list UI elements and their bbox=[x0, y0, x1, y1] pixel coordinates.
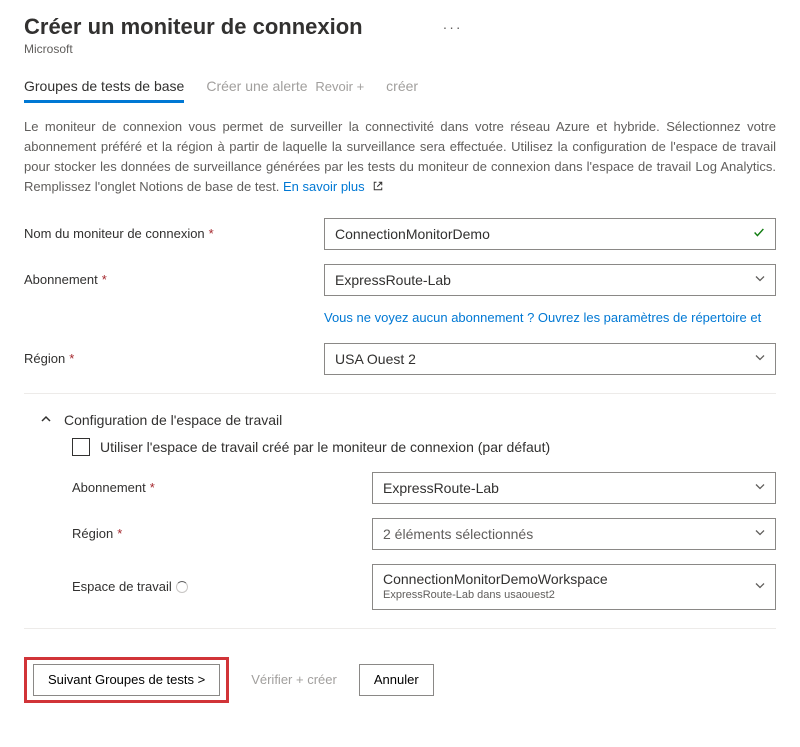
required-icon: * bbox=[150, 480, 155, 495]
monitor-name-input[interactable] bbox=[324, 218, 776, 250]
page-title: Créer un moniteur de connexion bbox=[24, 14, 363, 40]
cancel-button[interactable]: Annuler bbox=[359, 664, 434, 696]
label-ws-name: Espace de travail bbox=[72, 579, 172, 594]
intro-text: Le moniteur de connexion vous permet de … bbox=[24, 117, 776, 198]
verify-create-disabled: Vérifier + créer bbox=[251, 672, 337, 687]
loading-spinner-icon bbox=[176, 581, 188, 593]
subscription-help-text[interactable]: Vous ne voyez aucun abonnement ? Ouvrez … bbox=[324, 310, 761, 325]
required-icon: * bbox=[102, 272, 107, 287]
subscription-select[interactable]: ExpressRoute-Lab bbox=[324, 264, 776, 296]
chevron-up-icon bbox=[40, 412, 52, 428]
footer-actions: Suivant Groupes de tests > Vérifier + cr… bbox=[24, 657, 776, 703]
row-ws-region: Région * 2 éléments sélectionnés bbox=[72, 518, 776, 550]
divider bbox=[24, 393, 776, 394]
next-button-prefix: Suivant bbox=[48, 672, 91, 687]
divider bbox=[24, 628, 776, 629]
required-icon: * bbox=[117, 526, 122, 541]
tab-review-label: Revoir + bbox=[315, 79, 364, 94]
ws-name-primary: ConnectionMonitorDemoWorkspace bbox=[383, 571, 745, 588]
default-workspace-checkbox[interactable] bbox=[72, 438, 90, 456]
tabs-bar: Groupes de tests de base Créer une alert… bbox=[24, 78, 776, 103]
page-subtitle: Microsoft bbox=[24, 42, 776, 56]
external-link-icon bbox=[372, 178, 384, 190]
label-monitor-name: Nom du moniteur de connexion bbox=[24, 226, 205, 241]
label-ws-region: Région bbox=[72, 526, 113, 541]
required-icon: * bbox=[209, 226, 214, 241]
label-region: Région bbox=[24, 351, 65, 366]
region-value: USA Ouest 2 bbox=[335, 351, 416, 367]
subscription-helper: Vous ne voyez aucun abonnement ? Ouvrez … bbox=[324, 310, 776, 325]
row-region: Région * USA Ouest 2 bbox=[24, 343, 776, 375]
label-subscription: Abonnement bbox=[24, 272, 98, 287]
label-ws-subscription: Abonnement bbox=[72, 480, 146, 495]
verify-label: Vérifier + bbox=[251, 672, 303, 687]
ws-name-secondary: ExpressRoute-Lab dans usaouest2 bbox=[383, 589, 745, 602]
row-default-workspace: Utiliser l'espace de travail créé par le… bbox=[72, 438, 776, 456]
region-select[interactable]: USA Ouest 2 bbox=[324, 343, 776, 375]
create-label: créer bbox=[307, 672, 337, 687]
more-icon[interactable]: ··· bbox=[443, 19, 463, 35]
ws-region-select[interactable]: 2 éléments sélectionnés bbox=[372, 518, 776, 550]
ws-name-select[interactable]: ConnectionMonitorDemoWorkspace ExpressRo… bbox=[372, 564, 776, 610]
workspace-section-title: Configuration de l'espace de travail bbox=[64, 412, 282, 428]
tab-basics[interactable]: Groupes de tests de base bbox=[24, 78, 184, 103]
subscription-value: ExpressRoute-Lab bbox=[335, 272, 451, 288]
highlight-box: Suivant Groupes de tests > bbox=[24, 657, 229, 703]
tab-alert-review[interactable]: Créer une alerte Revoir + bbox=[206, 78, 364, 100]
ws-subscription-value: ExpressRoute-Lab bbox=[383, 480, 499, 496]
next-button[interactable]: Suivant Groupes de tests > bbox=[33, 664, 220, 696]
row-ws-name: Espace de travail ConnectionMonitorDemoW… bbox=[72, 564, 776, 610]
tab-create[interactable]: créer bbox=[386, 78, 418, 100]
row-ws-subscription: Abonnement * ExpressRoute-Lab bbox=[72, 472, 776, 504]
validation-ok-icon bbox=[752, 225, 766, 242]
workspace-section-toggle[interactable]: Configuration de l'espace de travail bbox=[40, 412, 776, 428]
learn-more-link[interactable]: En savoir plus bbox=[283, 179, 365, 194]
ws-subscription-select[interactable]: ExpressRoute-Lab bbox=[372, 472, 776, 504]
required-icon: * bbox=[69, 351, 74, 366]
next-button-suffix: Groupes de tests > bbox=[95, 672, 205, 687]
default-workspace-label: Utiliser l'espace de travail créé par le… bbox=[100, 439, 550, 455]
intro-body: Le moniteur de connexion vous permet de … bbox=[24, 119, 776, 194]
row-monitor-name: Nom du moniteur de connexion * bbox=[24, 218, 776, 250]
row-subscription: Abonnement * ExpressRoute-Lab bbox=[24, 264, 776, 296]
ws-region-value: 2 éléments sélectionnés bbox=[383, 526, 533, 542]
tab-alert-label: Créer une alerte bbox=[206, 78, 307, 94]
